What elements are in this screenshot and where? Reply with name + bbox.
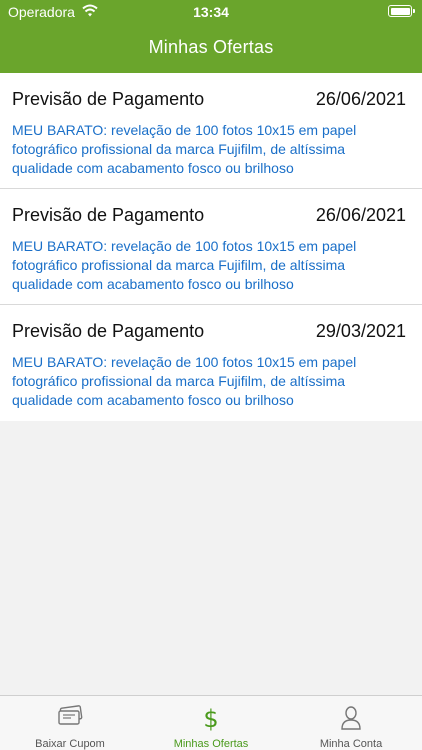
offer-title: Previsão de Pagamento [12, 205, 205, 225]
status-time: 13:34 [193, 4, 229, 20]
offer-row[interactable]: Previsão de Pagamento 26/06/2021 MEU BAR… [0, 73, 422, 189]
page-title: Minhas Ofertas [148, 37, 274, 57]
tab-minha-conta[interactable]: Minha Conta [281, 696, 421, 750]
offer-title: Previsão de Pagamento [12, 321, 205, 341]
navigation-header: Operadora 13:34 Minhas Ofertas [0, 0, 422, 73]
tab-minhas-ofertas[interactable]: $ Minhas Ofertas [141, 696, 281, 750]
offer-description[interactable]: MEU BARATO: revelação de 100 fotos 10x15… [12, 237, 408, 294]
offers-list: Previsão de Pagamento 26/06/2021 MEU BAR… [0, 73, 422, 421]
tab-label: Minha Conta [319, 738, 383, 750]
offer-title: Previsão de Pagamento [12, 89, 205, 109]
person-icon [341, 706, 361, 730]
dollar-icon: $ [203, 705, 218, 731]
offer-date: 26/06/2021 [315, 205, 406, 225]
tab-label: Minhas Ofertas [173, 738, 249, 750]
offer-description[interactable]: MEU BARATO: revelação de 100 fotos 10x15… [12, 121, 408, 178]
svg-text:$: $ [203, 705, 218, 731]
offer-date: 26/06/2021 [315, 89, 406, 109]
offer-description[interactable]: MEU BARATO: revelação de 100 fotos 10x15… [12, 353, 408, 410]
tab-label: Baixar Cupom [35, 738, 105, 750]
tab-bar: Baixar Cupom $ Minhas Ofertas Minha Cont… [0, 695, 422, 750]
ticket-icon [58, 705, 83, 725]
tab-baixar-cupom[interactable]: Baixar Cupom [0, 696, 140, 750]
offer-row[interactable]: Previsão de Pagamento 26/06/2021 MEU BAR… [0, 189, 422, 305]
offer-date: 29/03/2021 [315, 321, 406, 341]
status-bar: Operadora 13:34 [0, 0, 422, 24]
battery-icon [388, 5, 415, 17]
offer-row[interactable]: Previsão de Pagamento 29/03/2021 MEU BAR… [0, 305, 422, 421]
